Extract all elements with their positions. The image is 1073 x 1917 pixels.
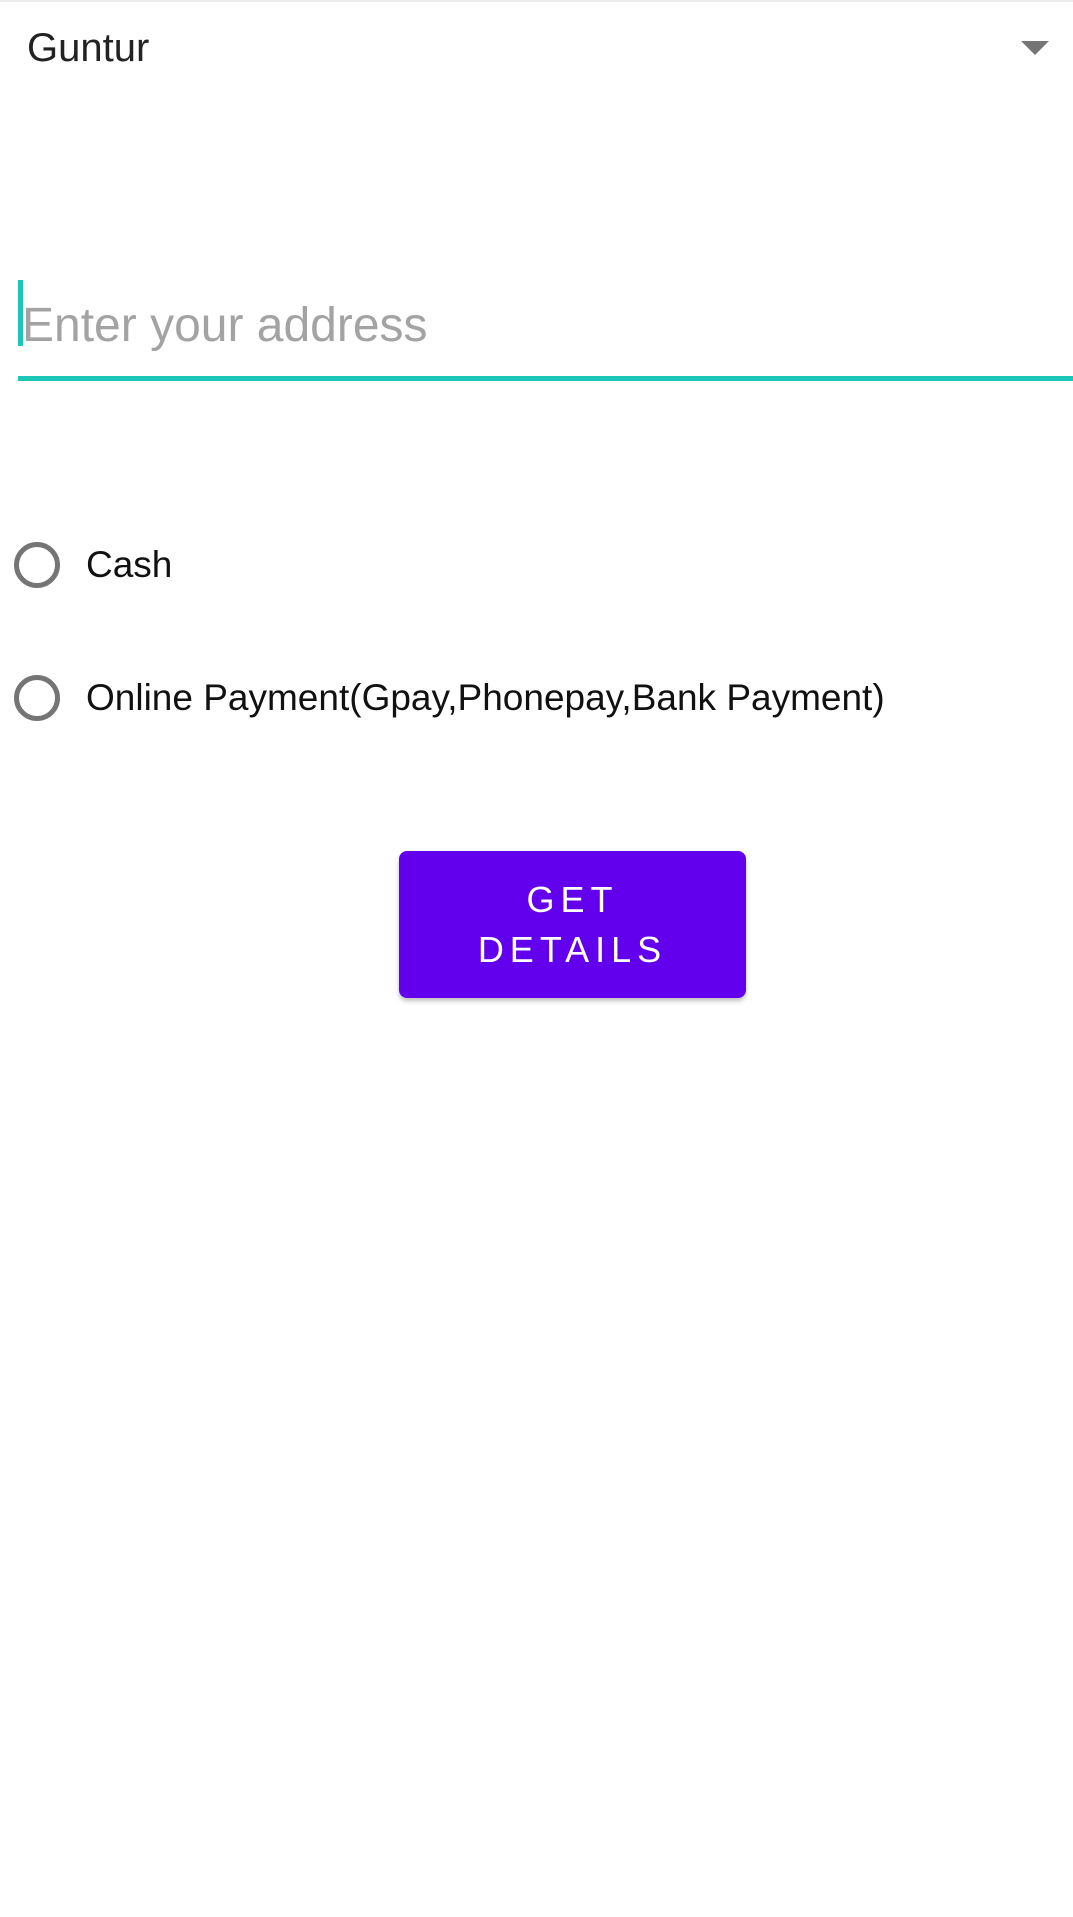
radio-button-icon[interactable] — [14, 675, 60, 721]
top-divider — [0, 0, 1073, 2]
payment-option-label: Online Payment(Gpay,Phonepay,Bank Paymen… — [86, 677, 885, 718]
payment-option-label: Cash — [86, 544, 173, 585]
radio-button-icon[interactable] — [14, 542, 60, 588]
address-underline — [18, 376, 1073, 381]
city-spinner[interactable]: Guntur — [0, 8, 1073, 94]
payment-option-cash[interactable]: Cash — [14, 530, 172, 600]
get-details-button[interactable]: GET DETAILS — [399, 851, 746, 998]
payment-option-online[interactable]: Online Payment(Gpay,Phonepay,Bank Paymen… — [14, 663, 885, 733]
city-spinner-value: Guntur — [27, 26, 150, 70]
address-field-container — [18, 272, 1073, 382]
address-input[interactable] — [18, 272, 1073, 378]
order-details-screen: Guntur Cash Online Payment(Gpay,Phonepay… — [0, 0, 1073, 1917]
dropdown-arrow-icon[interactable] — [1021, 41, 1049, 55]
